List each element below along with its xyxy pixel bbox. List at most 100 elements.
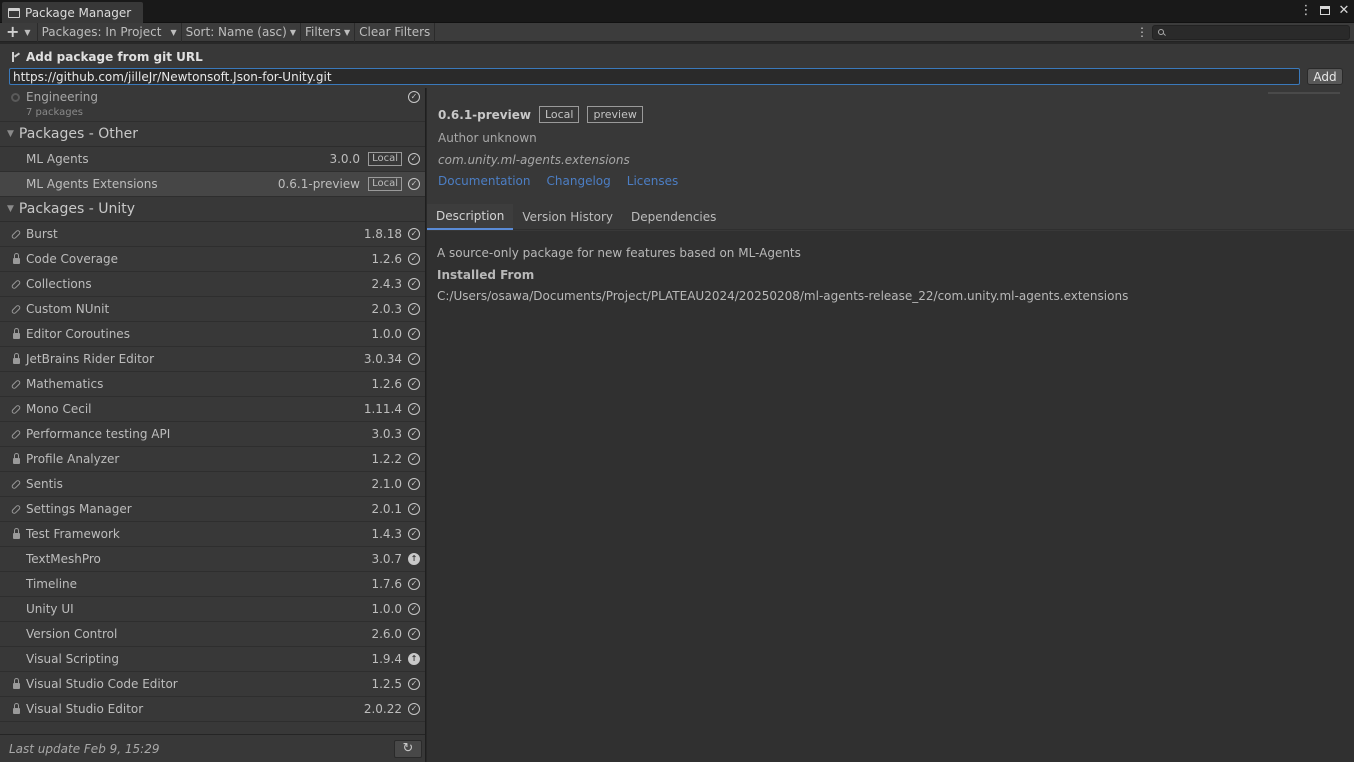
description-panel: A source-only package for new features b…: [427, 231, 1354, 762]
installed-check-icon: ✓: [408, 90, 420, 103]
changelog-link[interactable]: Changelog: [547, 174, 611, 188]
package-row[interactable]: Burst 1.8.18 ✓: [0, 222, 425, 247]
feature-name: Engineering: [26, 90, 98, 104]
link-icon: [10, 228, 22, 240]
group-title: Packages - Other: [18, 126, 138, 142]
installed-check-icon: ✓: [408, 153, 420, 165]
refresh-button[interactable]: ↻: [394, 739, 422, 758]
installed-check-icon: ✓: [408, 428, 420, 440]
window-tab[interactable]: Package Manager: [2, 2, 143, 23]
chevron-down-icon: ▼: [343, 27, 351, 37]
installed-check-icon: ✓: [408, 528, 420, 540]
search-icon: [1158, 29, 1164, 35]
package-row[interactable]: Test Framework 1.4.3 ✓: [0, 522, 425, 547]
package-version: 0.6.1-preview: [277, 177, 360, 191]
toolbar-menu-icon[interactable]: ⋮: [1132, 25, 1152, 39]
detail-version: 0.6.1-preview: [438, 107, 531, 122]
documentation-link[interactable]: Documentation: [438, 174, 531, 188]
group-header[interactable]: ▼ Packages - Other: [0, 122, 425, 147]
package-name: Timeline: [26, 577, 78, 591]
feature-count: 7 packages: [26, 107, 83, 118]
package-list: Engineering 7 packages ✓ ▼ Packages - Oth…: [0, 88, 426, 762]
package-version: 3.0.3: [371, 427, 402, 441]
chevron-down-icon: ▼: [289, 27, 296, 37]
package-version: 2.4.3: [371, 277, 402, 291]
maximize-icon[interactable]: [1319, 3, 1331, 17]
window-controls: ⋮ ✕: [1300, 3, 1350, 17]
search-input[interactable]: [1152, 24, 1350, 40]
version-row: 0.6.1-preview Local preview: [438, 106, 643, 123]
package-row[interactable]: Editor Coroutines 1.0.0 ✓: [0, 322, 425, 347]
plus-icon: +: [6, 22, 20, 41]
packages-scope-dropdown[interactable]: Packages: In Project ▼: [38, 22, 182, 42]
package-name: Unity UI: [26, 602, 74, 616]
tag-local: Local: [538, 106, 580, 123]
package-row[interactable]: Mathematics 1.2.6 ✓: [0, 372, 425, 397]
package-row[interactable]: Visual Studio Editor 2.0.22 ✓: [0, 697, 425, 722]
package-version: 1.0.0: [371, 602, 402, 616]
package-row[interactable]: Custom NUnit 2.0.3 ✓: [0, 297, 425, 322]
package-name: Sentis: [26, 477, 63, 491]
tab-description[interactable]: Description: [427, 204, 514, 230]
package-row[interactable]: Profile Analyzer 1.2.2 ✓: [0, 447, 425, 472]
installed-check-icon: ✓: [408, 603, 420, 615]
lock-icon: [12, 453, 20, 464]
add-button[interactable]: Add: [1307, 68, 1343, 85]
feature-engineering[interactable]: Engineering 7 packages ✓: [0, 88, 425, 122]
package-version: 3.0.34: [363, 352, 402, 366]
package-row[interactable]: Mono Cecil 1.11.4 ✓: [0, 397, 425, 422]
package-row[interactable]: Unity UI 1.0.0 ✓: [0, 597, 425, 622]
package-version: 1.0.0: [371, 327, 402, 341]
installed-check-icon: ✓: [408, 278, 420, 290]
package-version: 2.1.0: [371, 477, 402, 491]
more-options-icon[interactable]: ⋮: [1300, 3, 1313, 17]
package-version: 1.7.6: [371, 577, 402, 591]
add-package-button[interactable]: + ▼: [0, 22, 38, 42]
package-name: Visual Studio Code Editor: [26, 677, 178, 691]
chevron-down-icon: ▼: [24, 27, 31, 37]
sort-dropdown[interactable]: Sort: Name (asc) ▼: [182, 22, 301, 42]
link-icon: [10, 428, 22, 440]
close-icon[interactable]: ✕: [1338, 3, 1350, 17]
git-url-title: Add package from git URL: [26, 50, 203, 64]
installed-check-icon: ✓: [408, 578, 420, 590]
package-row[interactable]: Timeline 1.7.6 ✓: [0, 572, 425, 597]
git-branch-icon: [11, 52, 21, 62]
package-row[interactable]: ML Agents Extensions 0.6.1-preview Local ✓: [0, 172, 425, 197]
package-name: TextMeshPro: [26, 552, 101, 566]
package-name: Custom NUnit: [26, 302, 110, 316]
package-row[interactable]: Visual Studio Code Editor 1.2.5 ✓: [0, 672, 425, 697]
package-row[interactable]: Collections 2.4.3 ✓: [0, 272, 425, 297]
package-row[interactable]: Visual Scripting 1.9.4 ↑: [0, 647, 425, 672]
filters-dropdown[interactable]: Filters ▼: [301, 22, 356, 42]
package-version: 1.8.18: [363, 227, 402, 241]
package-row[interactable]: Sentis 2.1.0 ✓: [0, 472, 425, 497]
package-version: 1.11.4: [363, 402, 402, 416]
git-url-input[interactable]: [9, 68, 1300, 85]
author-text: Author unknown: [438, 131, 537, 145]
package-row[interactable]: TextMeshPro 3.0.7 ↑: [0, 547, 425, 572]
local-badge: Local: [368, 177, 402, 191]
sort-label: Sort: Name (asc): [185, 25, 287, 39]
git-url-popup: Add package from git URL Add: [0, 44, 1354, 88]
package-name: Collections: [26, 277, 92, 291]
package-version: 1.2.2: [371, 452, 402, 466]
package-row[interactable]: Settings Manager 2.0.1 ✓: [0, 497, 425, 522]
licenses-link[interactable]: Licenses: [627, 174, 679, 188]
package-row[interactable]: Code Coverage 1.2.6 ✓: [0, 247, 425, 272]
package-row[interactable]: Performance testing API 3.0.3 ✓: [0, 422, 425, 447]
installed-check-icon: ✓: [408, 403, 420, 415]
detail-tabs: Description Version History Dependencies: [427, 204, 1354, 230]
package-name: Settings Manager: [26, 502, 132, 516]
package-name: Mathematics: [26, 377, 104, 391]
link-icon: [10, 378, 22, 390]
tab-dependencies[interactable]: Dependencies: [622, 204, 725, 230]
package-row[interactable]: JetBrains Rider Editor 3.0.34 ✓: [0, 347, 425, 372]
package-row[interactable]: Version Control 2.6.0 ✓: [0, 622, 425, 647]
clear-filters-button[interactable]: Clear Filters: [355, 22, 436, 42]
tab-version-history[interactable]: Version History: [513, 204, 622, 230]
window-icon: [8, 7, 20, 18]
package-row[interactable]: ML Agents 3.0.0 Local ✓: [0, 147, 425, 172]
installed-check-icon: ✓: [408, 378, 420, 390]
group-header[interactable]: ▼ Packages - Unity: [0, 197, 425, 222]
